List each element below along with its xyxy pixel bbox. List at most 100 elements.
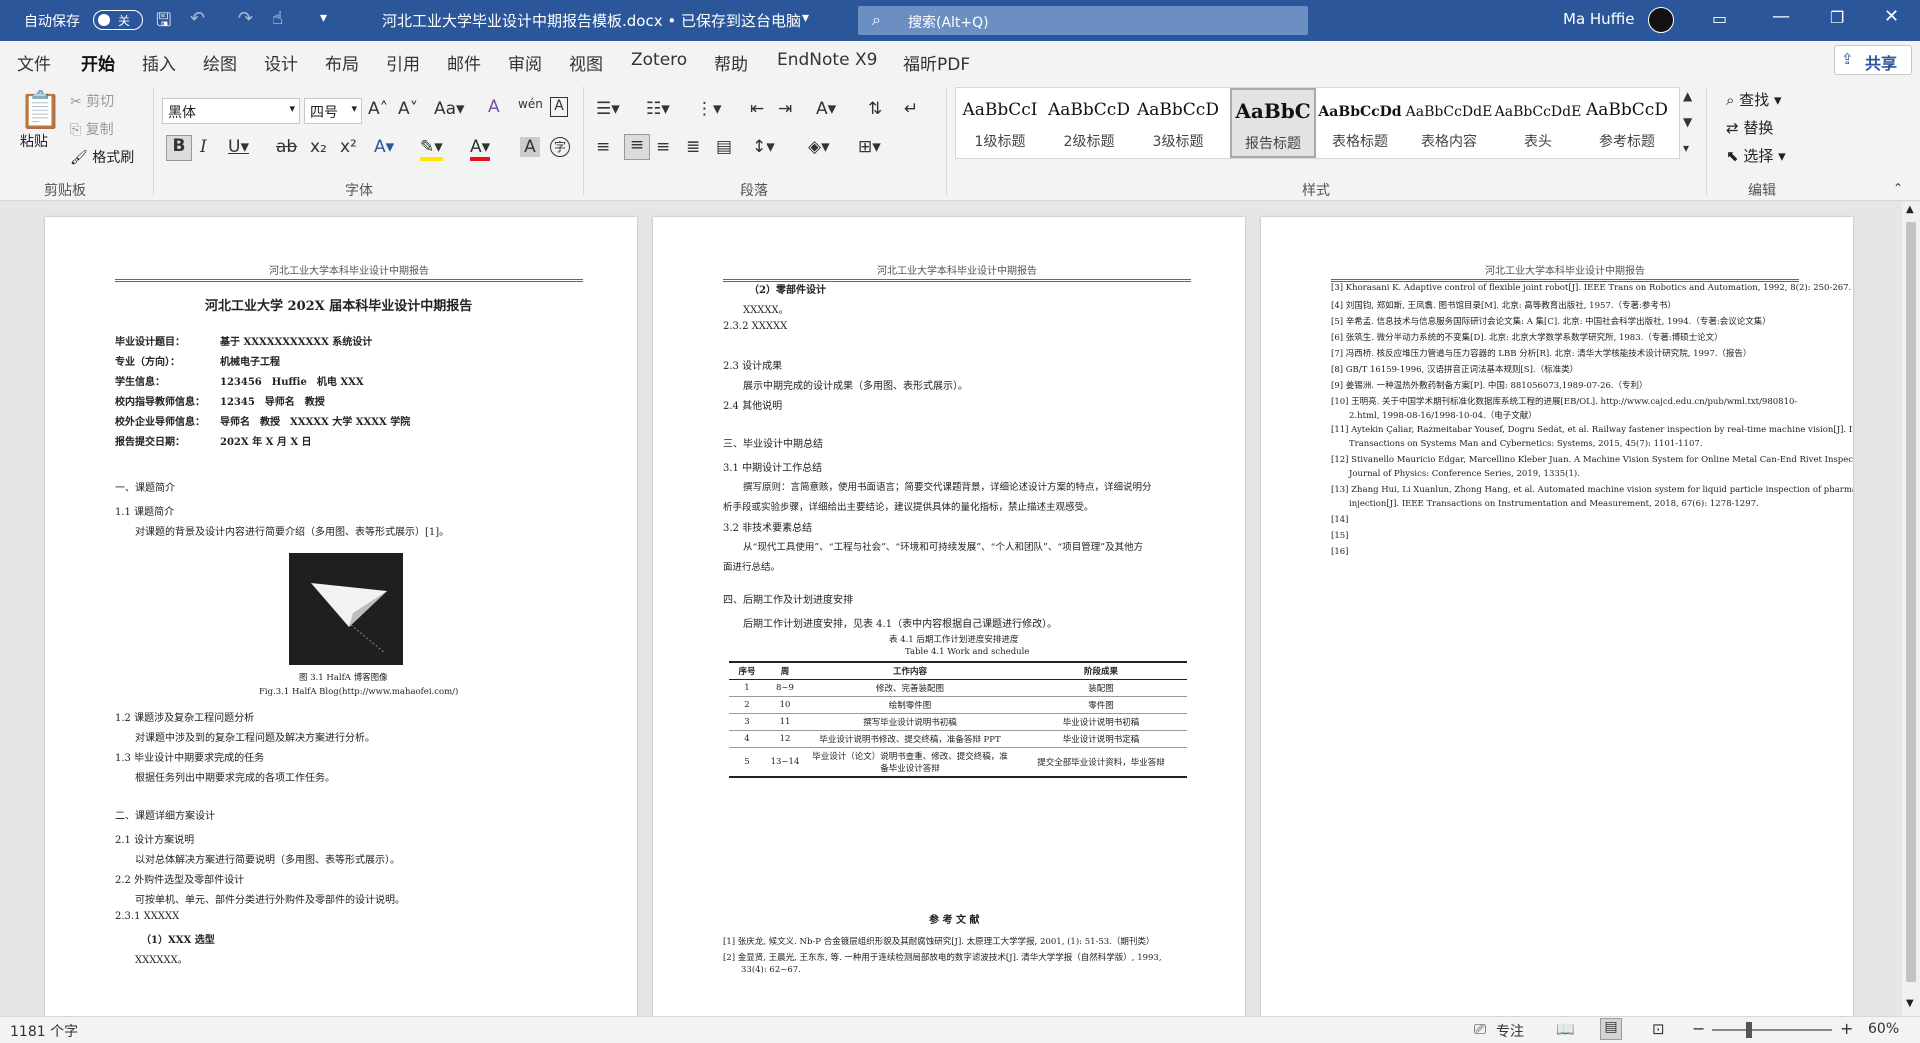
superscript-icon[interactable]: x² (340, 137, 357, 157)
style-table-content[interactable]: AaBbCcDdE 表格内容 (1405, 88, 1493, 158)
font-name-combo[interactable]: 黑体 ▾ (162, 98, 300, 124)
underline-icon[interactable]: U▾ (228, 137, 249, 157)
title-dropdown-icon[interactable]: ▾ (802, 10, 809, 26)
enclose-characters-icon[interactable]: 字 (550, 137, 570, 157)
close-icon[interactable]: ✕ (1884, 6, 1899, 27)
subscript-icon[interactable]: x₂ (310, 137, 327, 157)
word-count[interactable]: 1181 个字 (10, 1021, 78, 1041)
zoom-slider[interactable] (1712, 1029, 1832, 1031)
touch-mode-icon[interactable]: ☝ (272, 8, 283, 29)
chinese-layout-icon[interactable]: A▾ (816, 99, 836, 119)
increase-indent-icon[interactable]: ⇥ (778, 99, 792, 119)
user-name[interactable]: Ma Huffie (1563, 10, 1634, 28)
collapse-ribbon-icon[interactable]: ⌃ (1893, 181, 1903, 195)
format-painter-button[interactable]: 🖌 格式刷 (70, 147, 134, 167)
restore-icon[interactable]: ❐ (1830, 8, 1844, 27)
tab-file[interactable]: 文件 (17, 50, 51, 75)
tab-mailings[interactable]: 邮件 (447, 50, 481, 75)
print-layout-icon[interactable]: ▤ (1600, 1018, 1622, 1040)
paste-icon[interactable]: 📋 (18, 89, 63, 131)
minimize-icon[interactable]: — (1772, 6, 1790, 27)
tab-zotero[interactable]: Zotero (631, 50, 687, 70)
line-spacing-icon[interactable]: ↕▾ (752, 137, 775, 157)
find-button[interactable]: ⌕ 查找 ▾ (1726, 89, 1782, 110)
select-button[interactable]: ⬉ 选择 ▾ (1726, 145, 1786, 166)
customize-toolbar-icon[interactable]: ▾ (320, 10, 327, 26)
vertical-scrollbar[interactable]: ▲ ▼ (1902, 202, 1920, 1016)
styles-more-icon[interactable]: ▾ (1683, 141, 1689, 155)
style-table-title[interactable]: AaBbCcDd 表格标题 (1316, 88, 1404, 158)
numbering-icon[interactable]: ☷▾ (646, 99, 670, 119)
distributed-icon[interactable]: ▤ (716, 137, 732, 157)
zoom-level[interactable]: 60% (1868, 1021, 1899, 1037)
style-report-title[interactable]: AaBbC 报告标题 (1230, 88, 1316, 158)
sort-icon[interactable]: ⇅ (868, 99, 882, 119)
style-heading-3[interactable]: AaBbCcD 3级标题 (1134, 88, 1222, 158)
zoom-slider-thumb[interactable] (1746, 1022, 1752, 1038)
style-heading-1[interactable]: AaBbCcI 1级标题 (956, 88, 1044, 158)
character-border-icon[interactable]: A (550, 97, 568, 117)
bullets-icon[interactable]: ☰▾ (596, 99, 620, 119)
grow-font-icon[interactable]: A˄ (368, 99, 388, 119)
share-button[interactable]: ⇪ 共享 (1834, 45, 1912, 75)
style-heading-2[interactable]: AaBbCcD 2级标题 (1045, 88, 1133, 158)
tab-home[interactable]: 开始 (81, 50, 115, 83)
undo-icon[interactable]: ↶ (190, 8, 205, 29)
focus-label[interactable]: 专注 (1496, 1021, 1524, 1041)
strikethrough-icon[interactable]: ab (276, 137, 297, 157)
shading-icon[interactable]: ◈▾ (808, 137, 830, 157)
avatar[interactable] (1648, 7, 1674, 33)
autosave-toggle[interactable]: 关 (93, 10, 143, 30)
tab-view[interactable]: 视图 (569, 50, 603, 75)
save-icon[interactable]: 🖫 (156, 8, 171, 38)
tab-insert[interactable]: 插入 (142, 50, 176, 75)
font-size-combo[interactable]: 四号 ▾ (304, 98, 362, 124)
tab-draw[interactable]: 绘图 (203, 50, 237, 75)
zoom-out-icon[interactable]: − (1692, 1019, 1705, 1038)
align-center-icon[interactable]: ≡ (624, 134, 650, 160)
tab-design[interactable]: 设计 (264, 50, 298, 75)
style-table-header[interactable]: AaBbCcDdE 表头 (1494, 88, 1582, 158)
paste-label[interactable]: 粘贴 (20, 131, 48, 151)
focus-icon[interactable]: ⎚ (1474, 1020, 1486, 1038)
search-box[interactable]: ⌕ 搜索(Alt+Q) (858, 6, 1308, 35)
tab-layout[interactable]: 布局 (325, 50, 359, 75)
tab-help[interactable]: 帮助 (714, 50, 748, 75)
bold-icon[interactable]: B (166, 135, 192, 161)
phonetic-guide-icon[interactable]: wén (518, 97, 543, 111)
shrink-font-icon[interactable]: A˅ (398, 99, 418, 119)
change-case-icon[interactable]: Aa▾ (434, 99, 465, 119)
redo-icon[interactable]: ↷ (238, 8, 253, 29)
style-reference-title[interactable]: AaBbCcD 参考标题 (1583, 88, 1671, 158)
text-effects-icon[interactable]: A▾ (374, 137, 394, 157)
tab-references[interactable]: 引用 (386, 50, 420, 75)
scroll-down-icon[interactable]: ▼ (1906, 998, 1914, 1009)
cut-button[interactable]: ✂ 剪切 (70, 91, 114, 111)
web-layout-icon[interactable]: ⊡ (1652, 1020, 1665, 1038)
page-1[interactable]: 河北工业大学本科毕业设计中期报告 河北工业大学 202X 届本科毕业设计中期报告… (45, 217, 637, 1017)
read-mode-icon[interactable]: 📖 (1556, 1020, 1575, 1038)
multilevel-list-icon[interactable]: ⋮▾ (696, 99, 722, 119)
tab-endnote[interactable]: EndNote X9 (777, 50, 877, 70)
clear-format-icon[interactable]: A (488, 97, 500, 117)
page-3[interactable]: 河北工业大学本科毕业设计中期报告 [3] Khorasani K. Adapti… (1261, 217, 1853, 1017)
borders-icon[interactable]: ⊞▾ (858, 137, 881, 157)
highlight-icon[interactable]: ✎▾ (420, 137, 443, 161)
replace-button[interactable]: ⇄ 替换 (1726, 117, 1773, 138)
styles-scroll-up-icon[interactable]: ▲ (1683, 89, 1692, 103)
justify-icon[interactable]: ≣ (686, 137, 700, 157)
copy-button[interactable]: ⎘ 复制 (70, 119, 114, 139)
italic-icon[interactable]: I (200, 137, 207, 157)
tab-review[interactable]: 审阅 (508, 50, 542, 75)
show-marks-icon[interactable]: ↵ (904, 99, 918, 119)
styles-scroll-down-icon[interactable]: ▼ (1683, 115, 1692, 129)
scroll-up-icon[interactable]: ▲ (1906, 204, 1914, 215)
decrease-indent-icon[interactable]: ⇤ (750, 99, 764, 119)
page-2[interactable]: 河北工业大学本科毕业设计中期报告 （2）零部件设计 XXXXX。 2.3.2 X… (653, 217, 1245, 1017)
font-color-icon[interactable]: A▾ (470, 137, 491, 161)
zoom-in-icon[interactable]: + (1840, 1019, 1853, 1038)
align-left-icon[interactable]: ≡ (596, 137, 610, 157)
scrollbar-thumb[interactable] (1906, 222, 1916, 982)
character-shading-icon[interactable]: A (520, 137, 540, 157)
ribbon-display-icon[interactable]: ▭ (1712, 9, 1727, 28)
